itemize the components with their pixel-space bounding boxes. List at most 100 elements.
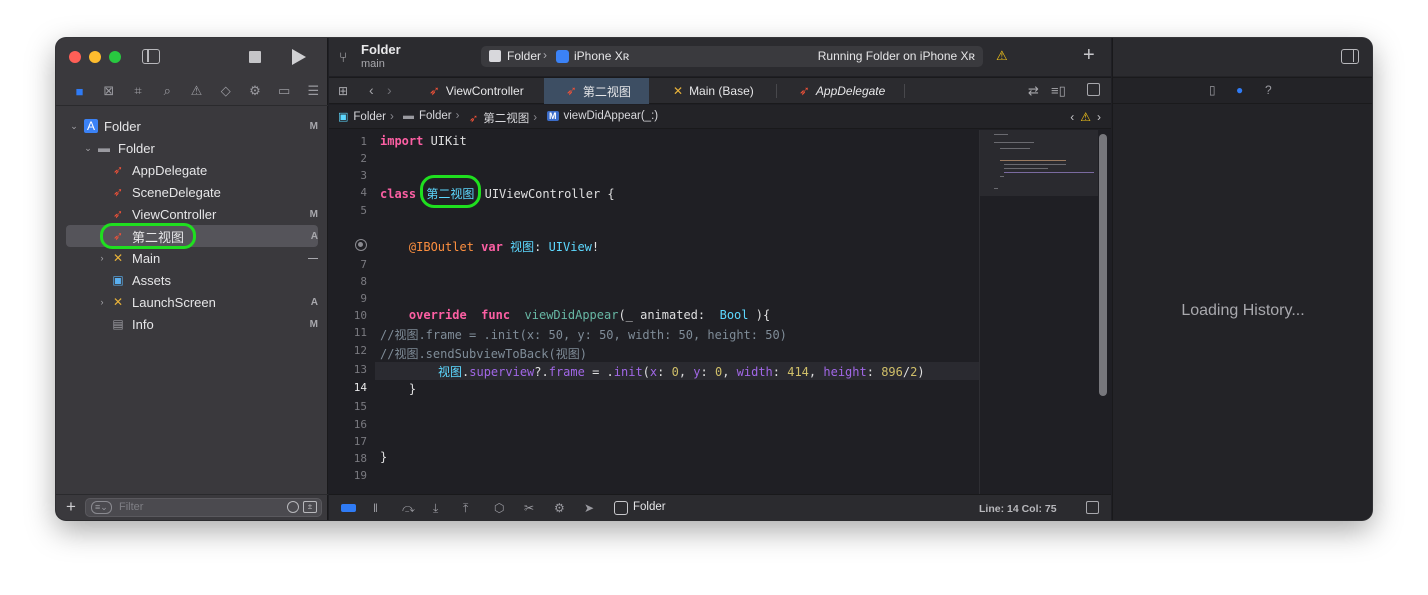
tree-label: SceneDelegate <box>132 184 221 200</box>
debug-icon[interactable]: ⚙ <box>240 78 269 104</box>
line-number: 10 <box>353 309 367 322</box>
split-editor-icon[interactable] <box>1087 83 1100 96</box>
report-icon[interactable]: ☰ <box>299 78 328 104</box>
chevron-right-icon[interactable]: › <box>97 253 107 263</box>
scheme-branch: main <box>361 58 385 70</box>
chevron-left-icon[interactable]: ‹ <box>1070 110 1074 124</box>
scheme-title[interactable]: Folder <box>361 42 401 57</box>
sidebar-toggle-icon[interactable] <box>142 49 160 64</box>
breadcrumb-project[interactable]: ▣ Folder › <box>338 110 398 124</box>
tree-row-second-view[interactable]: ➶ 第二视图 A <box>66 223 318 249</box>
outlet-connection-icon[interactable] <box>355 239 367 251</box>
console-toggle-icon[interactable] <box>341 504 356 512</box>
status-badge: M <box>309 318 318 330</box>
project-icon: A <box>84 119 98 133</box>
chevron-left-icon[interactable]: ‹ <box>369 82 374 98</box>
minimap-line <box>1000 148 1030 149</box>
code-line-19: } <box>380 450 388 464</box>
vertical-scrollbar[interactable] <box>1099 134 1107 396</box>
file-inspector-icon[interactable]: ▯ <box>1209 83 1216 97</box>
swift-file-icon: ➶ <box>429 83 440 98</box>
breadcrumb-file[interactable]: ➶ 第二视图 › <box>469 110 541 126</box>
chevron-right-icon[interactable]: › <box>1097 110 1101 124</box>
status-badge: M <box>309 208 318 220</box>
run-icon[interactable] <box>292 49 306 65</box>
help-inspector-icon[interactable]: ? <box>1265 83 1272 97</box>
warning-icon[interactable]: ⚠ <box>1080 110 1091 124</box>
line-number-current: 14 <box>353 381 367 394</box>
source-editor[interactable]: import UIKit class 第二视图 UIViewController… <box>380 130 980 494</box>
source-control-filter-icon[interactable]: ± <box>303 501 317 513</box>
swift-file-icon: ➶ <box>112 163 124 177</box>
status-badge: A <box>310 296 318 308</box>
pause-icon[interactable]: ‖ <box>373 501 378 515</box>
breakpoint-icon[interactable]: ▭ <box>270 78 299 104</box>
zoom-window-button[interactable] <box>109 51 121 63</box>
source-control-icon[interactable]: ⊠ <box>94 78 123 104</box>
filter-options-icon[interactable]: ≡⌄ <box>91 501 112 514</box>
tree-row-main[interactable]: › ✕ Main — <box>56 247 328 269</box>
swift-file-icon: ➶ <box>112 185 124 199</box>
navigator-filter-bar: + ≡⌄ Filter ± <box>56 494 328 520</box>
add-icon[interactable]: + <box>66 497 76 517</box>
chevron-down-icon[interactable]: ⌄ <box>83 143 93 154</box>
environment-overrides-icon[interactable]: ⚙ <box>554 501 565 515</box>
debug-bar: ‖ ⤼ ⤓ ⤒ ⬡ ✂ ⚙ ➤ Folder Line: 14 Col: 75 <box>329 494 1111 520</box>
add-icon[interactable]: + <box>1083 44 1095 67</box>
warning-icon[interactable]: ⚠ <box>182 78 211 104</box>
swap-icon[interactable]: ⇄ <box>1028 83 1039 99</box>
breadcrumb-method[interactable]: M viewDidAppear(_:) <box>547 110 658 122</box>
tab-main-base[interactable]: ✕ Main (Base) <box>649 78 776 104</box>
activity-device[interactable]: iPhone Xʀ <box>574 49 629 63</box>
location-icon[interactable]: ➤ <box>584 501 594 515</box>
minimap-line <box>994 134 1008 135</box>
tree-row-folder[interactable]: ⌄ ▬ Folder <box>56 137 328 159</box>
editor-tab-bar: ⊞ ‹ › ➶ ViewController ➶ 第二视图 ✕ Main (Ba… <box>329 77 1111 104</box>
inspector-toggle-icon[interactable] <box>1341 49 1359 64</box>
close-window-button[interactable] <box>69 51 81 63</box>
minimap-visible-region[interactable] <box>980 130 1098 196</box>
tab-appdelegate[interactable]: ➶ AppDelegate <box>777 78 904 104</box>
activity-scheme[interactable]: Folder <box>507 49 541 63</box>
tab-viewcontroller[interactable]: ➶ ViewController <box>417 78 544 104</box>
stop-icon[interactable] <box>249 51 261 63</box>
tab-label: 第二视图 <box>582 84 631 99</box>
tree-row-launchscreen[interactable]: › ✕ LaunchScreen A <box>56 291 328 313</box>
tree-row-viewcontroller[interactable]: ➶ ViewController M <box>56 203 328 225</box>
view-debugger-icon[interactable]: ⬡ <box>494 501 504 515</box>
hide-debug-area-icon[interactable] <box>1086 501 1099 514</box>
step-out-icon[interactable]: ⤒ <box>463 501 468 516</box>
grid-icon[interactable]: ⊞ <box>338 84 348 98</box>
tree-row-scenedelegate[interactable]: ➶ SceneDelegate <box>56 181 328 203</box>
search-icon[interactable]: ⌕ <box>153 78 182 104</box>
code-line-6: @IBOutlet var 视图: UIView! <box>408 240 600 254</box>
tree-row-info[interactable]: ▤ Info M <box>56 313 328 335</box>
code-line-11: override func viewDidAppear(_ animated: … <box>408 308 771 322</box>
warning-icon[interactable]: ⚠ <box>996 48 1008 64</box>
minimap[interactable] <box>979 130 1098 494</box>
tree-label: Folder <box>118 140 155 156</box>
tree-row-assets[interactable]: ▣ Assets <box>56 269 328 291</box>
step-into-icon[interactable]: ⤓ <box>433 501 438 516</box>
test-icon[interactable]: ◇ <box>211 78 240 104</box>
editor-options-icon[interactable]: ≡▯ <box>1051 83 1066 99</box>
hierarchy-icon[interactable]: ⌗ <box>123 78 152 104</box>
debug-target[interactable]: Folder <box>633 501 666 513</box>
tree-row-appdelegate[interactable]: ➶ AppDelegate <box>56 159 328 181</box>
history-inspector-icon[interactable]: ● <box>1236 83 1243 97</box>
filter-input[interactable]: ≡⌄ Filter ± <box>85 498 322 517</box>
chevron-right-icon: › <box>455 110 460 122</box>
step-over-icon[interactable]: ⤼ <box>402 501 415 516</box>
memory-graph-icon[interactable]: ✂ <box>524 501 534 515</box>
status-badge: M <box>309 120 318 132</box>
tree-label: LaunchScreen <box>132 294 216 310</box>
chevron-right-icon[interactable]: › <box>97 297 107 307</box>
recent-files-icon[interactable] <box>287 501 299 513</box>
chevron-right-icon[interactable]: › <box>387 82 392 98</box>
folder-icon[interactable]: ■ <box>65 78 94 104</box>
tab-second-view[interactable]: ➶ 第二视图 <box>544 78 649 104</box>
breadcrumb-folder[interactable]: ▬ Folder › <box>403 110 463 122</box>
chevron-down-icon[interactable]: ⌄ <box>69 121 79 132</box>
minimize-window-button[interactable] <box>89 51 101 63</box>
tree-row-project[interactable]: ⌄ A Folder M <box>56 115 328 137</box>
